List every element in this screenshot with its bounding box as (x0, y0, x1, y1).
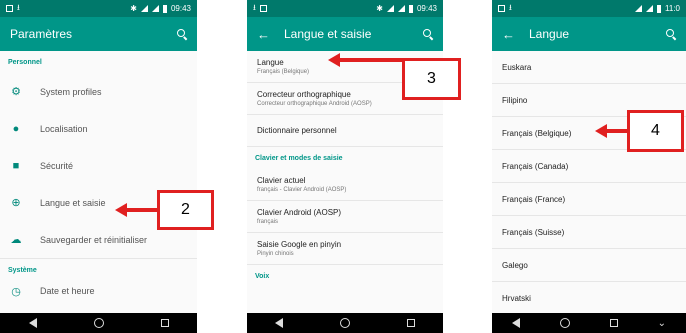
wifi-icon (386, 5, 394, 12)
settings-item-label: Sauvegarder et réinitialiser (40, 234, 148, 245)
recents-icon[interactable] (160, 319, 169, 327)
nav-bar (247, 313, 443, 333)
app-bar: ← Langue (492, 17, 686, 51)
download-icon: ⭳ (17, 2, 20, 12)
setting-subtitle: Pinyin chinois (257, 251, 294, 257)
bluetooth-icon: ✱ (376, 4, 383, 13)
location-icon: ● (12, 122, 20, 135)
nav-bar (0, 313, 197, 333)
setting-android-keyboard[interactable]: Clavier Android (AOSP) français (247, 201, 443, 233)
settings-item-label: Date et heure (40, 286, 95, 296)
back-icon[interactable] (275, 318, 284, 328)
back-icon[interactable] (511, 318, 520, 328)
screenshot-icon (498, 5, 505, 12)
clock-icon: ◷ (11, 285, 21, 298)
status-bar: ⭳ ✱ 09:43 (247, 0, 443, 17)
signal-icon (151, 5, 159, 12)
setting-title: Dictionnaire personnel (257, 126, 337, 135)
wifi-icon (140, 5, 148, 12)
battery-icon (408, 4, 413, 13)
search-icon[interactable] (666, 29, 676, 39)
setting-personal-dictionary[interactable]: Dictionnaire personnel (247, 115, 443, 147)
status-time: 11:0 (665, 4, 680, 13)
language-item[interactable]: Français (France) (492, 183, 686, 216)
tutorial-composite: ⭳ ✱ 09:43 Paramètres Personnel ⚙ System p… (0, 0, 686, 333)
nav-bar: ⌄ (492, 313, 686, 333)
language-item[interactable]: Français (Canada) (492, 150, 686, 183)
search-icon[interactable] (423, 29, 433, 39)
status-time: 09:43 (416, 4, 437, 13)
signal-icon (646, 5, 654, 12)
lock-icon: ■ (12, 159, 20, 172)
setting-current-keyboard[interactable]: Clavier actuel français - Clavier Androi… (247, 169, 443, 201)
settings-item-label: System profiles (40, 86, 102, 97)
setting-title: Saisie Google en pinyin (257, 240, 342, 249)
callout-2: 2 (157, 190, 214, 230)
app-bar: ← Langue et saisie (247, 17, 443, 51)
page-title: Langue (529, 27, 570, 41)
phone-language-list: ⭳ 11:0 ← Langue Euskara Filipino Françai… (492, 0, 686, 333)
section-keyboard: Clavier et modes de saisie (255, 154, 343, 162)
language-item[interactable]: Euskara (492, 51, 686, 84)
home-icon[interactable] (559, 318, 570, 328)
search-icon[interactable] (177, 29, 187, 39)
callout-4: 4 (627, 110, 684, 152)
language-item[interactable]: Galego (492, 249, 686, 282)
section-personal: Personnel (8, 58, 42, 66)
section-voice: Voix (255, 272, 270, 280)
page-title: Langue et saisie (284, 27, 372, 41)
screenshot-icon (259, 5, 267, 12)
callout-3: 3 (402, 58, 461, 100)
settings-item-label: Langue et saisie (40, 197, 106, 208)
setting-subtitle: français - Clavier Android (AOSP) (257, 187, 347, 193)
settings-item-label: Sécurité (40, 160, 74, 171)
setting-google-pinyin[interactable]: Saisie Google en pinyin Pinyin chinois (247, 233, 443, 265)
status-bar: ⭳ ✱ 09:43 (0, 0, 197, 17)
status-time: 09:43 (170, 4, 191, 13)
download-icon: ⭳ (509, 2, 512, 12)
home-icon[interactable] (93, 318, 104, 328)
download-icon: ⭳ (253, 2, 256, 12)
settings-item-label: Localisation (40, 123, 88, 134)
home-icon[interactable] (339, 318, 350, 328)
phone-language-input: ⭳ ✱ 09:43 ← Langue et saisie Langue Franç… (247, 0, 443, 333)
phone-settings: ⭳ ✱ 09:43 Paramètres Personnel ⚙ System p… (0, 0, 197, 333)
settings-item-system-profiles[interactable]: ⚙ System profiles (0, 73, 197, 110)
profiles-icon: ⚙ (11, 86, 21, 98)
battery-icon (162, 4, 167, 13)
settings-item-date-time[interactable]: ◷ Date et heure (0, 281, 197, 301)
battery-icon (657, 4, 662, 13)
arrow (605, 129, 627, 133)
arrow (125, 208, 157, 212)
wifi-icon (635, 5, 643, 12)
back-arrow-icon[interactable]: ← (257, 27, 270, 42)
back-arrow-icon[interactable]: ← (502, 27, 515, 42)
bluetooth-icon: ✱ (130, 4, 137, 13)
language-item[interactable]: Français (Suisse) (492, 216, 686, 249)
section-system: Système (8, 266, 37, 274)
screenshot-icon (6, 5, 13, 12)
back-icon[interactable] (28, 318, 37, 328)
recents-icon[interactable] (609, 319, 618, 327)
signal-icon (397, 5, 405, 12)
arrow (338, 58, 402, 62)
globe-icon: ⊕ (11, 197, 21, 209)
setting-title: Clavier actuel (257, 176, 306, 185)
recents-icon[interactable] (406, 319, 415, 327)
setting-title: Clavier Android (AOSP) (257, 208, 342, 217)
app-bar: Paramètres (0, 17, 197, 51)
cloud-upload-icon: ☁ (10, 234, 22, 246)
setting-subtitle: Correcteur orthographique Android (AOSP) (257, 101, 372, 107)
status-bar: ⭳ 11:0 (492, 0, 686, 17)
setting-subtitle: français (257, 219, 279, 225)
chevron-down-icon[interactable]: ⌄ (658, 318, 666, 329)
language-item[interactable]: Hrvatski (492, 282, 686, 315)
settings-item-security[interactable]: ■ Sécurité (0, 147, 197, 184)
settings-item-location[interactable]: ● Localisation (0, 110, 197, 147)
page-title: Paramètres (10, 27, 73, 41)
